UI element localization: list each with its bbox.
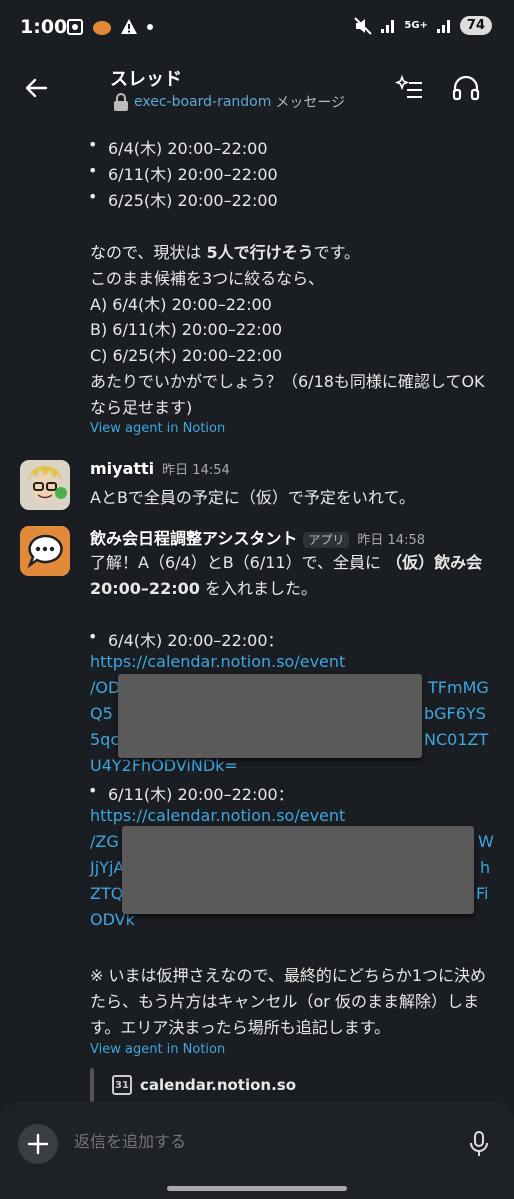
thread-messages[interactable]: 6/4(木) 20:00–22:00 6/11(木) 20:00–22:00 6… bbox=[0, 122, 514, 1102]
list-item: 6/11(木) 20:00–22:00： bbox=[88, 781, 294, 805]
status-notification-icons bbox=[66, 18, 154, 36]
channel-name[interactable]: exec-board-random bbox=[134, 94, 271, 110]
view-agent-link[interactable]: View agent in Notion bbox=[90, 1042, 225, 1057]
avatar[interactable] bbox=[20, 460, 70, 510]
message-line: なら足せます) bbox=[90, 398, 193, 417]
channel-suffix: メッセージ bbox=[275, 95, 346, 111]
network-type: 5G+ bbox=[404, 20, 428, 31]
reply-input[interactable] bbox=[74, 1132, 434, 1151]
calendar-icon: 31 bbox=[112, 1075, 132, 1095]
calendar-link[interactable]: ZTQ bbox=[90, 884, 123, 903]
add-attachment-button[interactable] bbox=[18, 1124, 58, 1164]
calendar-link[interactable]: Fi bbox=[476, 884, 488, 903]
screenshot-icon bbox=[67, 19, 83, 35]
calendar-link[interactable]: NC01ZT bbox=[424, 730, 488, 749]
microphone-icon[interactable] bbox=[468, 1130, 490, 1158]
preview-domain: calendar.notion.so bbox=[140, 1076, 297, 1094]
calendar-link[interactable]: https://calendar.notion.so/event bbox=[90, 652, 345, 671]
link-preview[interactable]: 31 calendar.notion.so bbox=[112, 1075, 296, 1095]
calendar-link[interactable]: TFmMG bbox=[428, 678, 489, 697]
app-notification-icon bbox=[93, 21, 111, 35]
battery-indicator: 74 bbox=[459, 16, 492, 35]
calendar-link[interactable]: /ZG bbox=[90, 832, 119, 851]
message-line: なので、現状は 5人で行けそうです。 bbox=[90, 243, 360, 262]
message-author[interactable]: 飲み会日程調整アシスタント アプリ 昨日 14:58 bbox=[90, 525, 425, 549]
redaction-box bbox=[122, 826, 474, 914]
list-item: 6/4(木) 20:00–22:00 bbox=[88, 135, 268, 159]
calendar-link[interactable]: W bbox=[478, 832, 494, 851]
home-indicator bbox=[167, 1186, 347, 1191]
warning-icon bbox=[121, 19, 137, 34]
message-line: たら、もう片方はキャンセル（or 仮のまま解除）しま bbox=[90, 992, 479, 1011]
message-line: C) 6/25(木) 20:00–22:00 bbox=[90, 346, 283, 365]
mute-icon bbox=[354, 16, 373, 35]
redaction-box bbox=[118, 674, 422, 758]
message-line: 20:00–22:00 を入れました。 bbox=[90, 579, 317, 598]
link-preview-bar bbox=[90, 1068, 94, 1102]
calendar-link[interactable]: bGF6YS bbox=[424, 704, 486, 723]
status-bar: 1:00 5G+ 74 bbox=[0, 0, 514, 56]
back-arrow-icon[interactable] bbox=[22, 74, 50, 102]
message-line: このまま候補を3つに絞るなら、 bbox=[90, 269, 325, 288]
dot-icon bbox=[147, 24, 153, 30]
page-title: スレッド bbox=[110, 69, 182, 90]
message-timestamp: 昨日 14:54 bbox=[162, 463, 230, 478]
calendar-link[interactable]: https://calendar.notion.so/event bbox=[90, 806, 345, 825]
lock-icon bbox=[114, 93, 128, 111]
status-time: 1:00 bbox=[20, 16, 68, 38]
calendar-link[interactable]: JjYjA bbox=[90, 858, 124, 877]
message-line: あたりでいかがでしょう？（6/18も同様に確認してOK bbox=[90, 372, 485, 391]
app-badge: アプリ bbox=[303, 532, 350, 548]
view-agent-link[interactable]: View agent in Notion bbox=[90, 421, 225, 436]
message-author[interactable]: miyatti 昨日 14:54 bbox=[90, 459, 230, 478]
calendar-link[interactable]: Q5 bbox=[90, 704, 113, 723]
calendar-link[interactable]: /OD bbox=[90, 678, 120, 697]
plus-icon bbox=[27, 1133, 49, 1155]
signal-icon bbox=[381, 19, 395, 33]
message-line: す。エリア決まったら場所も追記します。 bbox=[90, 1018, 391, 1037]
channel-subtitle[interactable]: exec-board-random メッセージ bbox=[112, 92, 345, 112]
message-text: AとBで全員の予定に（仮）で予定をいれて。 bbox=[90, 488, 415, 507]
list-item: 6/11(木) 20:00–22:00 bbox=[88, 161, 278, 185]
chat-bubble-icon bbox=[20, 526, 70, 576]
reply-composer bbox=[0, 1102, 514, 1199]
list-item: 6/4(木) 20:00–22:00： bbox=[88, 627, 284, 651]
thread-header: スレッド exec-board-random メッセージ bbox=[0, 56, 514, 122]
calendar-link[interactable]: U4Y2FhODViNDk= bbox=[90, 756, 238, 775]
signal-icon bbox=[436, 19, 450, 33]
message-line: ※ いまは仮押さえなので、最終的にどちらか1つに決め bbox=[90, 966, 487, 985]
message-line: 了解！A（6/4）とB（6/11）で、全員に （仮）飲み会 bbox=[90, 553, 483, 572]
calendar-link[interactable]: h bbox=[480, 858, 490, 877]
message-timestamp: 昨日 14:58 bbox=[357, 533, 425, 548]
ai-summary-icon[interactable] bbox=[394, 72, 426, 104]
status-system-icons: 5G+ 74 bbox=[354, 16, 492, 35]
calendar-link[interactable]: 5qc bbox=[90, 730, 119, 749]
headphones-icon[interactable] bbox=[450, 72, 482, 104]
avatar[interactable] bbox=[20, 526, 70, 576]
message-line: B) 6/11(木) 20:00–22:00 bbox=[90, 320, 283, 339]
user-avatar-icon bbox=[20, 460, 70, 510]
list-item: 6/25(木) 20:00–22:00 bbox=[88, 187, 278, 211]
message-line: A) 6/4(木) 20:00–22:00 bbox=[90, 295, 272, 314]
